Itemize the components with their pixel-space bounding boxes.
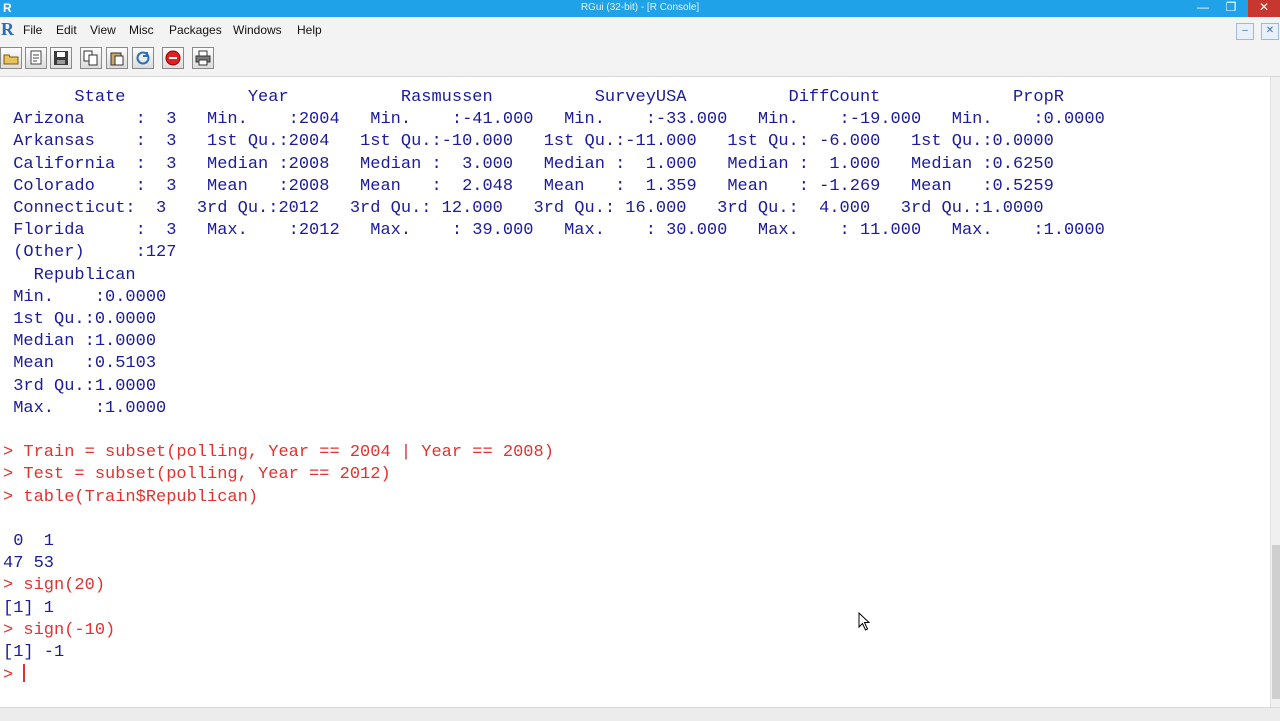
console-command-line: > sign(-10) xyxy=(3,620,116,640)
menu-windows[interactable]: Windows xyxy=(233,23,282,37)
console-output-line: 1st Qu.:0.0000 xyxy=(3,310,157,329)
console-command-line: > table(Train$Republican) xyxy=(3,487,259,507)
copy-paste-button[interactable] xyxy=(132,47,154,69)
r-logo-icon: R xyxy=(1,19,14,39)
console-output-line: [1] -1 xyxy=(3,643,65,662)
menu-misc[interactable]: Misc xyxy=(129,23,154,37)
mouse-pointer-icon xyxy=(858,612,871,631)
console-output-line: Florida : 3 Max. :2012 Max. : 39.000 Max… xyxy=(3,221,1105,241)
text-cursor xyxy=(23,664,26,683)
console-output-line: Connecticut: 3 3rd Qu.:2012 3rd Qu.: 12.… xyxy=(3,199,1044,218)
console-output-line: Mean :0.5103 xyxy=(3,354,157,374)
copy-paste-icon xyxy=(136,51,150,65)
console-output-line: [1] 1 xyxy=(3,598,55,618)
save-button[interactable] xyxy=(50,47,72,69)
window-title: RGui (32-bit) - [R Console] xyxy=(580,2,700,13)
close-button[interactable]: ✕ xyxy=(1248,0,1280,17)
print-icon xyxy=(195,50,211,66)
minimize-button[interactable]: — xyxy=(1190,0,1216,17)
console-output-line: 3rd Qu.:1.0000 xyxy=(3,376,157,396)
copy-button[interactable] xyxy=(80,47,102,69)
console-output-line: Arkansas : 3 1st Qu.:2004 1st Qu.:-10.00… xyxy=(3,132,1054,152)
console-prompt: > xyxy=(3,666,24,686)
console-output-line: Median :1.0000 xyxy=(3,332,157,352)
save-icon xyxy=(54,51,68,65)
vertical-scrollbar[interactable] xyxy=(1270,77,1280,707)
console-output-line: California : 3 Median :2008 Median : 3.0… xyxy=(3,154,1054,174)
menu-packages[interactable]: Packages xyxy=(169,23,222,37)
console-close-button[interactable]: ✕ xyxy=(1261,23,1279,40)
console-output-line: Min. :0.0000 xyxy=(3,287,167,307)
maximize-button[interactable]: ❐ xyxy=(1218,0,1244,17)
console-output-line: Colorado : 3 Mean :2008 Mean : 2.048 Mea… xyxy=(3,176,1054,196)
console-command-line: > sign(20) xyxy=(3,576,106,596)
console-prompt-line[interactable]: > xyxy=(3,664,26,687)
console-output-line: (Other) :127 xyxy=(3,243,177,263)
title-bar: R RGui (32-bit) - [R Console] — ❐ ✕ xyxy=(0,0,1280,17)
menu-bar: R File Edit View Misc Packages Windows H… xyxy=(0,17,1280,42)
console-command-line: > Train = subset(polling, Year == 2004 |… xyxy=(3,443,554,463)
copy-icon xyxy=(83,50,98,66)
console-minimize-button[interactable]: – xyxy=(1236,23,1254,40)
console-output-line: 47 53 xyxy=(3,554,55,574)
paste-icon xyxy=(110,52,124,66)
console-output-line: Max. :1.0000 xyxy=(3,398,167,418)
stop-icon xyxy=(165,50,181,66)
scrollbar-thumb[interactable] xyxy=(1272,545,1280,699)
console-output-line: Republican xyxy=(3,265,136,285)
load-workspace-icon xyxy=(30,50,42,65)
toolbar xyxy=(0,42,1280,77)
open-script-button[interactable] xyxy=(0,47,22,69)
menu-help[interactable]: Help xyxy=(297,23,322,37)
menu-edit[interactable]: Edit xyxy=(56,23,77,37)
load-workspace-button[interactable] xyxy=(25,47,47,69)
status-bar xyxy=(0,707,1280,721)
console-output-line: State Year Rasmussen SurveyUSA DiffCount… xyxy=(3,88,1064,107)
paste-button[interactable] xyxy=(106,47,128,69)
r-console-output[interactable]: State Year Rasmussen SurveyUSA DiffCount… xyxy=(0,77,1270,707)
console-output-line: 0 1 xyxy=(3,532,55,551)
print-button[interactable] xyxy=(192,47,214,69)
menu-file[interactable]: File xyxy=(23,23,42,37)
console-output-line: Arizona : 3 Min. :2004 Min. :-41.000 Min… xyxy=(3,110,1105,130)
open-script-icon xyxy=(3,54,19,65)
console-command-line: > Test = subset(polling, Year == 2012) xyxy=(3,465,391,485)
stop-button[interactable] xyxy=(162,47,184,69)
menu-view[interactable]: View xyxy=(90,23,116,37)
